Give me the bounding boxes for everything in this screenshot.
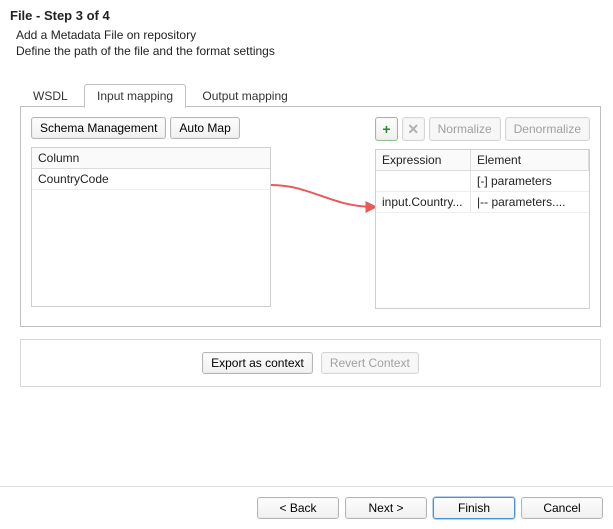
target-cell-expr: input.Country... (376, 192, 471, 212)
source-toolbar: Schema Management Auto Map (31, 117, 271, 139)
tabstrip: WSDL Input mapping Output mapping (20, 83, 601, 107)
add-icon[interactable]: + (375, 117, 398, 141)
page-title: File - Step 3 of 4 (10, 8, 603, 23)
normalize-button: Normalize (429, 117, 501, 141)
tab-output-mapping[interactable]: Output mapping (189, 84, 300, 107)
next-button[interactable]: Next > (345, 497, 427, 519)
source-cell: CountryCode (32, 169, 270, 189)
export-as-context-button[interactable]: Export as context (202, 352, 313, 374)
revert-context-button: Revert Context (321, 352, 419, 374)
cancel-button[interactable]: Cancel (521, 497, 603, 519)
target-grid[interactable]: Expression Element [-] parameters input.… (375, 149, 590, 309)
auto-map-button[interactable]: Auto Map (170, 117, 239, 139)
source-row[interactable]: CountryCode (32, 169, 270, 190)
source-pane: Schema Management Auto Map Column Countr… (31, 117, 271, 317)
target-col-element: Element (471, 150, 589, 170)
target-col-expression: Expression (376, 150, 471, 170)
target-cell-elem: [-] parameters (471, 171, 589, 191)
page-subtitle: Add a Metadata File on repository Define… (16, 27, 603, 59)
source-grid[interactable]: Column CountryCode (31, 147, 271, 307)
mapping-arrow (271, 179, 381, 219)
target-grid-header: Expression Element (376, 150, 589, 171)
wizard-footer: < Back Next > Finish Cancel (0, 486, 613, 529)
source-col-header: Column (32, 148, 270, 168)
tab-input-mapping[interactable]: Input mapping (84, 84, 186, 108)
target-pane: + ✕ Normalize Denormalize Expression Ele… (375, 117, 590, 317)
finish-button[interactable]: Finish (433, 497, 515, 519)
wizard-header: File - Step 3 of 4 Add a Metadata File o… (0, 0, 613, 63)
target-row[interactable]: [-] parameters (376, 171, 589, 192)
subtitle-line-1: Add a Metadata File on repository (16, 27, 603, 43)
tab-wsdl[interactable]: WSDL (20, 84, 81, 107)
delete-icon: ✕ (402, 117, 425, 141)
subtitle-line-2: Define the path of the file and the form… (16, 43, 603, 59)
source-grid-header: Column (32, 148, 270, 169)
target-toolbar: + ✕ Normalize Denormalize (375, 117, 590, 141)
mapping-panel: Schema Management Auto Map Column Countr… (20, 107, 601, 327)
target-row[interactable]: input.Country... |-- parameters.... (376, 192, 589, 213)
target-cell-elem: |-- parameters.... (471, 192, 589, 212)
denormalize-button: Denormalize (505, 117, 590, 141)
target-cell-expr (376, 171, 471, 191)
context-bar: Export as context Revert Context (20, 339, 601, 387)
schema-management-button[interactable]: Schema Management (31, 117, 166, 139)
back-button[interactable]: < Back (257, 497, 339, 519)
